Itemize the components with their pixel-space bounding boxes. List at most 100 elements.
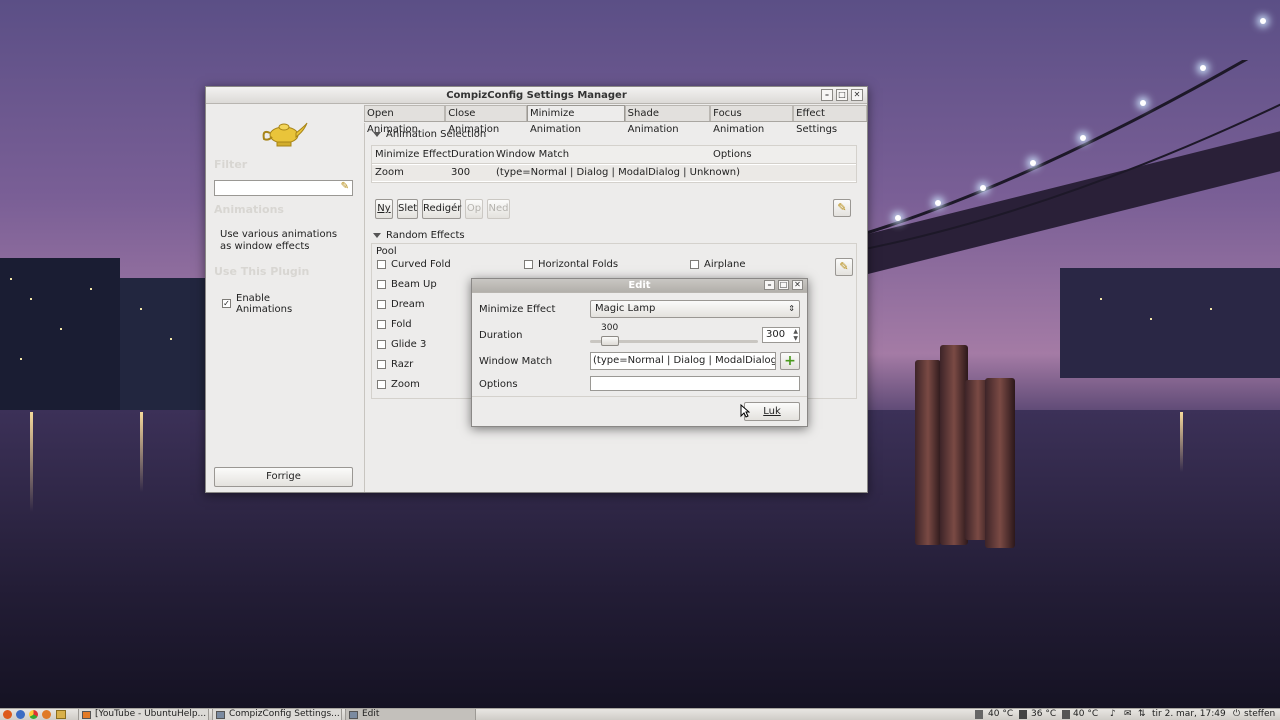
pool-label-beam-up: Beam Up <box>391 279 437 290</box>
pool-checkbox-box[interactable] <box>690 259 699 269</box>
pool-label-curved-fold: Curved Fold <box>391 259 451 270</box>
filter-input[interactable]: ✎ <box>214 180 353 196</box>
pool-checkbox[interactable]: Dream <box>377 299 451 319</box>
tab-open-animation[interactable]: Open Animation <box>364 105 446 135</box>
temp-reading-1: 40 °C <box>988 709 1014 719</box>
pool-checkbox-box[interactable] <box>377 359 386 369</box>
taskbar-item-compizconfig[interactable]: CompizConfig Settings... <box>212 709 342 720</box>
table-row[interactable]: Zoom 300 (type=Normal | Dialog | ModalDi… <box>372 165 856 181</box>
animation-table: Minimize Effect Duration Window Match Op… <box>371 145 857 183</box>
minimize-effect-select[interactable]: Magic Lamp ⇕ <box>590 300 800 318</box>
clear-brush-icon[interactable]: ✎ <box>341 181 349 192</box>
col-options[interactable]: Options <box>713 149 752 160</box>
taskbar-item-youtube[interactable]: [YouTube - UbuntuHelp... <box>78 709 209 720</box>
enable-checkbox-box[interactable]: ✓ <box>222 299 231 308</box>
pool-checkbox[interactable]: Curved Fold <box>377 259 451 279</box>
pool-checkbox-box[interactable] <box>377 319 386 329</box>
chrome-launcher-icon[interactable] <box>29 710 38 719</box>
pool-checkbox[interactable]: Beam Up <box>377 279 451 299</box>
close-icon[interactable]: ✕ <box>851 89 863 101</box>
close-button-label: Luk <box>763 406 781 417</box>
close-button[interactable]: Luk <box>744 402 800 421</box>
back-button[interactable]: Forrige <box>214 467 353 487</box>
pool-checkbox[interactable]: Airplane <box>690 259 745 270</box>
duration-scale-value: 300 <box>601 323 619 333</box>
col-duration[interactable]: Duration <box>451 149 494 160</box>
duration-label: Duration <box>479 330 523 341</box>
folder-launcher-icon[interactable] <box>56 710 66 719</box>
pool-label: Pool <box>376 246 397 257</box>
new-button[interactable]: Ny <box>375 199 393 219</box>
network-icon[interactable]: ⇅ <box>1138 709 1146 720</box>
pool-label-glide-3: Glide 3 <box>391 339 427 350</box>
pool-checkbox-box[interactable] <box>377 379 386 389</box>
up-button[interactable]: Op <box>465 199 483 219</box>
pool-label-horizontal-folds: Horizontal Folds <box>538 259 619 270</box>
col-window-match[interactable]: Window Match <box>496 149 569 160</box>
use-plugin-heading: Use This Plugin <box>214 265 310 278</box>
random-effects-heading: Random Effects <box>386 230 465 241</box>
pool-checkbox-box[interactable] <box>377 299 386 309</box>
col-minimize-effect[interactable]: Minimize Effect <box>375 149 451 160</box>
pool-checkbox[interactable]: Zoom <box>377 379 451 399</box>
pool-checkbox[interactable]: Razr <box>377 359 451 379</box>
taskbar-item-edit[interactable]: Edit <box>345 709 476 720</box>
enable-plugin-checkbox[interactable]: ✓ Enable Animations <box>222 293 306 315</box>
add-match-plus-icon[interactable]: + <box>780 352 800 370</box>
maximize-icon[interactable]: □ <box>836 89 848 101</box>
window-titlebar[interactable]: CompizConfig Settings Manager – □ ✕ <box>206 87 867 104</box>
ubuntu-menu-icon[interactable] <box>3 710 12 719</box>
row-effect: Zoom <box>375 167 404 178</box>
firefox-launcher-icon[interactable] <box>42 710 51 719</box>
pool-checkbox[interactable]: Glide 3 <box>377 339 451 359</box>
wooden-pier-post <box>940 345 968 545</box>
random-effects-expander[interactable]: Random Effects <box>373 230 465 241</box>
tab-close-animation[interactable]: Close Animation <box>445 105 527 135</box>
power-icon[interactable]: ⏻ <box>1233 709 1240 720</box>
tab-focus-animation[interactable]: Focus Animation <box>710 105 794 135</box>
minimize-effect-label: Minimize Effect <box>479 304 556 315</box>
skyline-building <box>0 258 120 418</box>
delete-button[interactable]: Slet <box>397 199 418 219</box>
reset-brush-icon[interactable]: ✎ <box>833 199 851 217</box>
pool-checkbox[interactable]: Horizontal Folds <box>524 259 618 270</box>
magic-lamp-icon <box>262 122 308 147</box>
duration-slider-track[interactable] <box>590 336 758 346</box>
pool-checkbox-box[interactable] <box>377 259 386 269</box>
expander-arrow-icon <box>373 131 381 137</box>
pool-checkbox-box[interactable] <box>524 259 533 269</box>
pool-checkbox-box[interactable] <box>377 279 386 289</box>
pool-label-airplane: Airplane <box>704 259 746 270</box>
user-name[interactable]: steffen <box>1244 709 1275 720</box>
duration-slider-handle[interactable] <box>601 336 619 346</box>
close-icon[interactable]: ✕ <box>792 280 803 290</box>
minimize-icon[interactable]: – <box>764 280 775 290</box>
volume-icon[interactable]: ♪ <box>1110 709 1116 720</box>
tab-minimize-animation[interactable]: Minimize Animation <box>526 105 625 135</box>
bridge-light <box>1200 65 1206 71</box>
maximize-icon[interactable]: □ <box>778 280 789 290</box>
window-match-input[interactable]: (type=Normal | Dialog | ModalDialog | Un… <box>590 352 776 370</box>
browser-launcher-icon[interactable] <box>16 710 25 719</box>
clock[interactable]: tir 2. mar, 17:49 <box>1152 709 1226 720</box>
mail-icon[interactable]: ✉ <box>1124 709 1132 720</box>
window-title: CompizConfig Settings Manager <box>446 90 627 101</box>
down-button[interactable]: Ned <box>487 199 510 219</box>
pool-checkbox-box[interactable] <box>377 339 386 349</box>
animation-selection-expander[interactable]: Animation Selection <box>373 129 486 140</box>
minimize-icon[interactable]: – <box>821 89 833 101</box>
bridge-light <box>1080 135 1086 141</box>
window-match-label: Window Match <box>479 356 553 367</box>
options-input[interactable] <box>590 376 800 391</box>
pool-checkbox[interactable]: Fold <box>377 319 451 339</box>
edit-button[interactable]: Redigér <box>422 199 461 219</box>
tab-shade-animation[interactable]: Shade Animation <box>624 105 711 135</box>
bridge-light <box>980 185 986 191</box>
reset-brush-icon[interactable]: ✎ <box>835 258 853 276</box>
dialog-title: Edit <box>628 280 651 291</box>
tab-effect-settings[interactable]: Effect Settings <box>793 105 868 135</box>
bridge-cables <box>860 60 1280 251</box>
dialog-titlebar[interactable]: Edit – □ ✕ <box>472 279 807 293</box>
spin-arrows-icon[interactable]: ▲ ▼ <box>793 328 798 342</box>
duration-spinbox[interactable]: 300 ▲ ▼ <box>762 327 800 343</box>
